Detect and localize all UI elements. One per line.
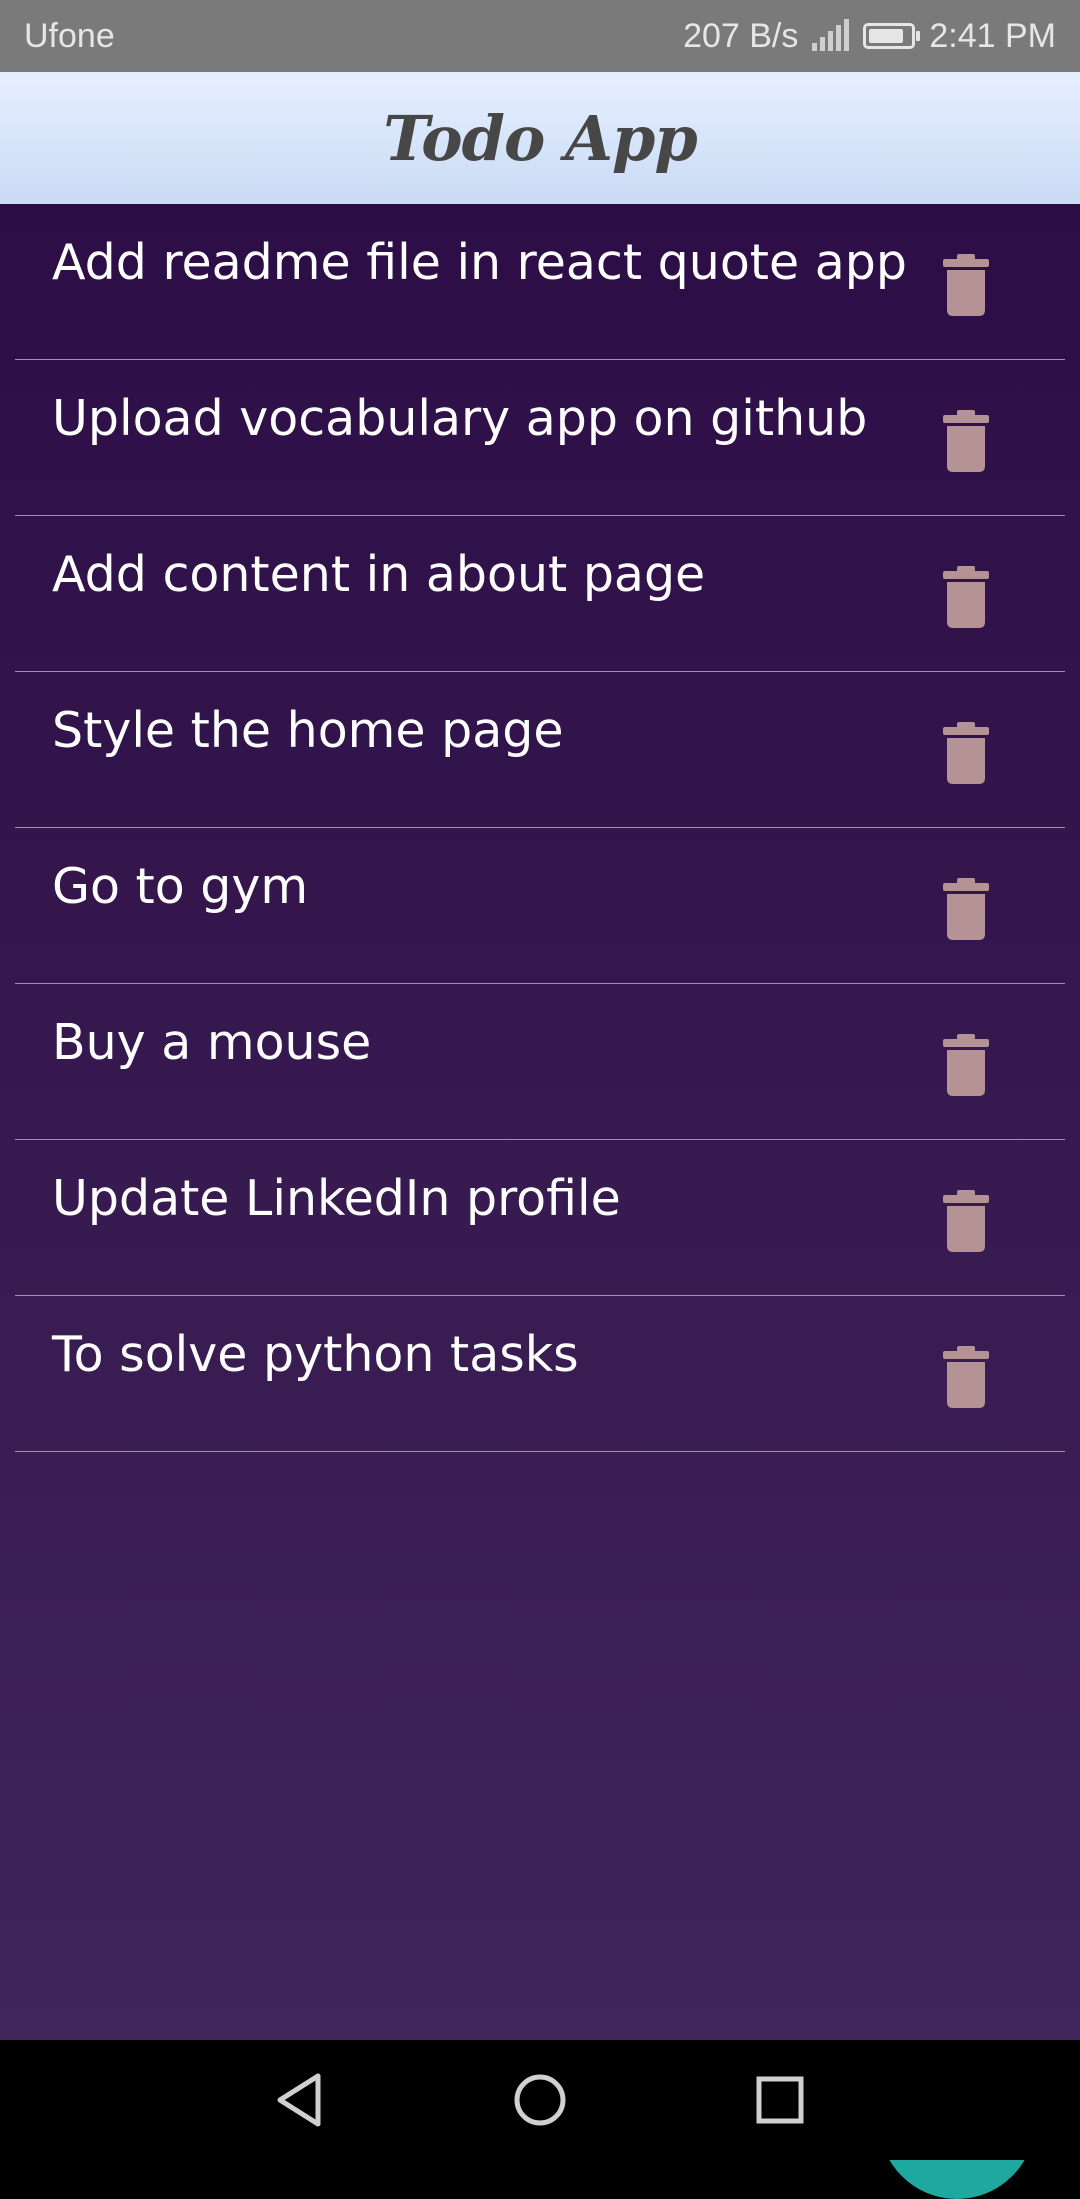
trash-icon: [943, 410, 989, 472]
page-title: Todo App: [383, 101, 697, 175]
status-indicators: 207 B/s 2:41 PM: [683, 17, 1056, 56]
delete-todo-button[interactable]: [941, 722, 991, 784]
battery-icon: [863, 23, 921, 49]
delete-todo-button[interactable]: [941, 878, 991, 940]
todo-list: Add readme file in react quote app Upload…: [0, 204, 1080, 1452]
trash-icon: [943, 722, 989, 784]
todo-item[interactable]: Upload vocabulary app on github: [15, 360, 1065, 516]
delete-todo-button[interactable]: [941, 410, 991, 472]
todo-text: Update LinkedIn profile: [52, 1170, 621, 1227]
todo-text: Go to gym: [52, 858, 309, 915]
trash-icon: [943, 1190, 989, 1252]
todo-text: Add content in about page: [52, 546, 706, 603]
delete-todo-button[interactable]: [941, 1034, 991, 1096]
todo-item[interactable]: Buy a mouse: [15, 984, 1065, 1140]
signal-icon: [812, 19, 850, 51]
system-nav-bar: [0, 2040, 1080, 2160]
recents-square-icon: [756, 2076, 804, 2124]
app-header: Todo App: [0, 72, 1080, 204]
todo-item[interactable]: Update LinkedIn profile: [15, 1140, 1065, 1296]
delete-todo-button[interactable]: [941, 1190, 991, 1252]
back-button[interactable]: [270, 2070, 330, 2130]
recents-button[interactable]: [750, 2070, 810, 2130]
trash-icon: [943, 878, 989, 940]
todo-text: Upload vocabulary app on github: [52, 390, 868, 447]
todo-text: Add readme file in react quote app: [52, 234, 907, 291]
network-speed: 207 B/s: [683, 16, 799, 55]
todo-item[interactable]: Add content in about page: [15, 516, 1065, 672]
todo-list-container: Add readme file in react quote app Upload…: [0, 204, 1080, 2199]
clock: 2:41 PM: [929, 16, 1056, 55]
trash-icon: [943, 566, 989, 628]
todo-item[interactable]: Style the home page: [15, 672, 1065, 828]
todo-text: Style the home page: [52, 702, 564, 759]
delete-todo-button[interactable]: [941, 1346, 991, 1408]
home-button[interactable]: [510, 2070, 570, 2130]
trash-icon: [943, 254, 989, 316]
back-triangle-icon: [277, 2073, 321, 2127]
trash-icon: [943, 1346, 989, 1408]
carrier-name: Ufone: [24, 16, 115, 55]
todo-item[interactable]: Add readme file in react quote app: [15, 204, 1065, 360]
delete-todo-button[interactable]: [941, 566, 991, 628]
status-bar: Ufone 207 B/s 2:41 PM: [0, 0, 1080, 72]
trash-icon: [943, 1034, 989, 1096]
delete-todo-button[interactable]: [941, 254, 991, 316]
todo-item[interactable]: To solve python tasks: [15, 1296, 1065, 1452]
todo-text: Buy a mouse: [52, 1014, 372, 1071]
todo-text: To solve python tasks: [52, 1326, 579, 1383]
todo-item[interactable]: Go to gym: [15, 828, 1065, 984]
home-circle-icon: [514, 2074, 566, 2126]
